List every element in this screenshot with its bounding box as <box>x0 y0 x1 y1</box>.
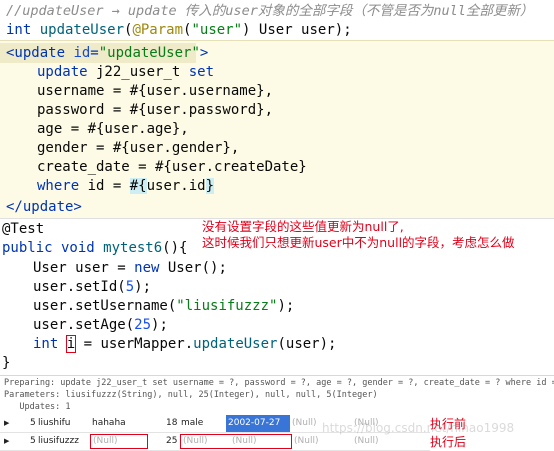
attr-value: "updateUser" <box>98 45 200 61</box>
number-literal: 25 <box>134 317 152 333</box>
xml-close-tag: </update> <box>6 199 82 215</box>
table-row[interactable]: ▶ 5 liusifuzzz (Null) 25 (Null) (Null) (… <box>0 433 430 451</box>
table-row[interactable]: ▶ 5 liushifu hahaha 18 male 2002-07-27 (… <box>0 415 430 433</box>
cell-create-date[interactable]: 2002-07-27 <box>226 415 290 432</box>
signature-rest: (){ <box>162 240 188 256</box>
sql-line: username = #{user.username}, <box>37 83 274 99</box>
cell-username[interactable]: liusifuzzz <box>38 433 92 450</box>
brace-highlight: } <box>205 178 215 194</box>
row-marker-icon: ▶ <box>4 437 10 445</box>
code-text: User(); <box>159 260 227 276</box>
method-call: updateUser <box>193 336 278 352</box>
sql-line: password = #{user.password}, <box>37 102 274 118</box>
attr-name: id <box>73 45 91 61</box>
sql-log-output: Preparing: update j22_user_t set usernam… <box>0 375 554 415</box>
log-updates: Updates: 1 <box>4 402 71 412</box>
number-literal: 5 <box>125 279 135 295</box>
keyword-new: new <box>134 260 160 276</box>
cell-null[interactable]: (Null) <box>354 415 414 432</box>
cell-null[interactable]: (Null) <box>292 415 352 432</box>
sql-where-line: where id = #{user.id} <box>37 177 215 196</box>
row-marker-icon: ▶ <box>4 419 10 427</box>
keyword-int: int <box>33 336 67 352</box>
sql-table: j22_user_t <box>87 64 189 80</box>
label-after: 执行后 <box>430 435 467 449</box>
mapper-interface-code: //updateUser → update 传入的user对象的全部字段（不管是… <box>0 0 554 40</box>
code-text: ); <box>151 317 168 333</box>
xml-open-tag: <update id="updateUser"> <box>6 44 208 63</box>
result-grid: ▶ 5 liushifu hahaha 18 male 2002-07-27 (… <box>0 415 554 451</box>
closing-brace: } <box>2 355 11 371</box>
log-parameters: Parameters: liusifuzzz(String), null, 25… <box>4 390 378 400</box>
code-line-setusername: user.setUsername("liusifuzzz"); <box>33 297 294 316</box>
sql-keyword: set <box>188 64 215 80</box>
sql-line: age = #{user.age}, <box>37 121 189 137</box>
sql-update-line: update j22_user_t set <box>37 63 214 82</box>
code-text: user.setId( <box>33 279 126 295</box>
log-preparing: Preparing: update j22_user_t set usernam… <box>4 378 554 388</box>
sql-text: id = <box>79 178 130 194</box>
attr-eq: = <box>90 45 99 61</box>
tag-close: > <box>199 45 209 61</box>
code-comment: //updateUser → update 传入的user对象的全部字段（不管是… <box>6 3 534 19</box>
sql-keyword: where <box>37 178 80 194</box>
code-text: (user); <box>277 336 337 352</box>
code-text: ); <box>134 279 152 295</box>
cell-null[interactable]: (Null) <box>354 433 414 450</box>
string-literal: "liusifuzzz" <box>176 298 278 314</box>
cell-age[interactable]: 18 <box>166 415 180 432</box>
code-line-setid: user.setId(5); <box>33 278 151 297</box>
cell-null[interactable]: (Null) <box>294 433 354 450</box>
code-line-update-call: int i = userMapper.updateUser(user); <box>33 335 336 354</box>
cell-age[interactable]: 25 <box>166 433 180 450</box>
param-annotation: @Param <box>132 22 184 38</box>
note-line: 没有设置字段的这些值更新为null了, <box>202 219 404 234</box>
note-line: 这时候我们只想更新user中不为null的字段，考虑怎么做 <box>202 235 515 250</box>
cell-username[interactable]: liushifu <box>38 415 92 432</box>
code-text: = userMapper. <box>75 336 194 352</box>
test-method-code: @Test public void mytest6(){ User user =… <box>0 218 554 375</box>
sql-keyword: update <box>37 64 88 80</box>
xml-mapper-code: <update id="updateUser"> update j22_user… <box>0 40 554 218</box>
cell-password[interactable]: hahaha <box>92 415 162 432</box>
sql-line: gender = #{user.gender}, <box>37 140 240 156</box>
red-annotation-note: 没有设置字段的这些值更新为null了, 这时候我们只想更新user中不为null… <box>202 219 552 251</box>
sql-text: user.id <box>146 178 206 194</box>
code-line-new-user: User user = new User(); <box>33 259 227 278</box>
brace-highlight: #{ <box>129 178 147 194</box>
keyword-int: int <box>6 22 40 38</box>
label-before: 执行前 <box>430 417 467 431</box>
variable-i: i <box>65 335 77 353</box>
cell-gender[interactable]: male <box>181 415 225 432</box>
code-text: User user = <box>33 260 135 276</box>
code-text: ); <box>277 298 295 314</box>
tag-open: <update <box>6 45 74 61</box>
param-string: "user" <box>191 22 243 38</box>
test-signature: public void mytest6(){ <box>2 239 187 258</box>
sql-line: create_date = #{user.createDate} <box>37 159 307 175</box>
code-text: user.setUsername( <box>33 298 177 314</box>
method-name: updateUser <box>39 22 125 38</box>
test-annotation: @Test <box>2 221 45 237</box>
signature-rest: ) User user); <box>242 22 352 38</box>
test-method-name: mytest6 <box>103 240 163 256</box>
code-line-setage: user.setAge(25); <box>33 316 168 335</box>
method-signature: int updateUser(@Param("user") User user)… <box>6 21 352 40</box>
keyword: public void <box>2 240 104 256</box>
code-text: user.setAge( <box>33 317 135 333</box>
cell-password[interactable]: (Null) <box>90 434 148 449</box>
cell-create-date[interactable]: (Null) <box>232 433 288 450</box>
